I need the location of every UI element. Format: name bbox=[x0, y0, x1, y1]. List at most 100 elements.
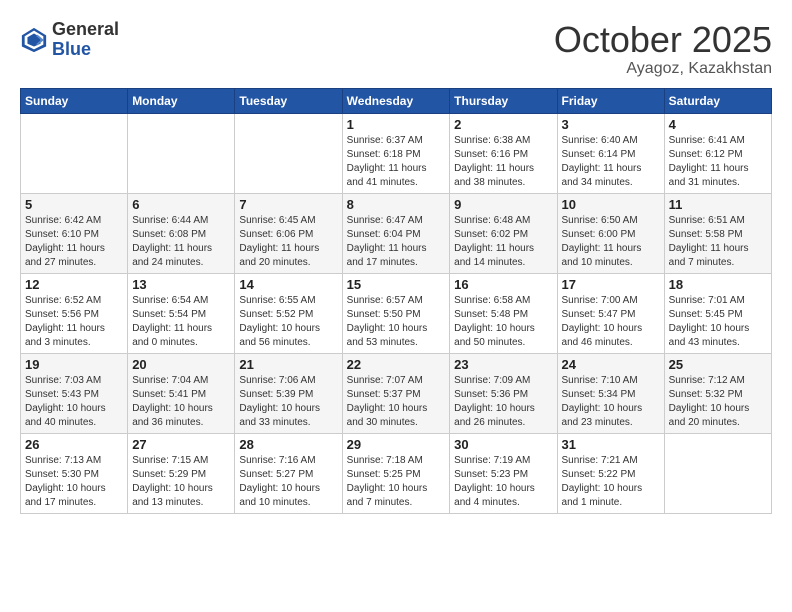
day-info: Sunrise: 6:48 AM Sunset: 6:02 PM Dayligh… bbox=[454, 214, 552, 270]
day-info: Sunrise: 6:50 AM Sunset: 6:00 PM Dayligh… bbox=[562, 214, 660, 270]
calendar-cell bbox=[664, 433, 771, 513]
day-info: Sunrise: 7:09 AM Sunset: 5:36 PM Dayligh… bbox=[454, 374, 552, 430]
calendar-cell: 27 Sunrise: 7:15 AM Sunset: 5:29 PM Dayli… bbox=[128, 433, 235, 513]
header: General Blue October 2025 Ayagoz, Kazakh… bbox=[20, 20, 772, 78]
day-number: 16 bbox=[454, 277, 552, 292]
day-info: Sunrise: 7:18 AM Sunset: 5:25 PM Dayligh… bbox=[347, 454, 446, 510]
day-info: Sunrise: 7:10 AM Sunset: 5:34 PM Dayligh… bbox=[562, 374, 660, 430]
day-header-friday: Friday bbox=[557, 88, 664, 113]
calendar-cell bbox=[235, 113, 342, 193]
day-info: Sunrise: 7:01 AM Sunset: 5:45 PM Dayligh… bbox=[669, 294, 767, 350]
day-info: Sunrise: 6:37 AM Sunset: 6:18 PM Dayligh… bbox=[347, 134, 446, 190]
day-number: 14 bbox=[239, 277, 337, 292]
day-number: 12 bbox=[25, 277, 123, 292]
day-number: 19 bbox=[25, 357, 123, 372]
calendar-cell: 2Sunrise: 6:38 AM Sunset: 6:16 PM Daylig… bbox=[450, 113, 557, 193]
day-number: 4 bbox=[669, 117, 767, 132]
calendar-cell: 7 Sunrise: 6:45 AM Sunset: 6:06 PM Daylig… bbox=[235, 193, 342, 273]
calendar-week-1: 5Sunrise: 6:42 AM Sunset: 6:10 PM Daylig… bbox=[21, 193, 772, 273]
calendar-cell: 13 Sunrise: 6:54 AM Sunset: 5:54 PM Dayli… bbox=[128, 273, 235, 353]
calendar-cell: 26 Sunrise: 7:13 AM Sunset: 5:30 PM Dayli… bbox=[21, 433, 128, 513]
calendar-cell bbox=[128, 113, 235, 193]
calendar-cell: 1 Sunrise: 6:37 AM Sunset: 6:18 PM Daylig… bbox=[342, 113, 450, 193]
title-block: October 2025 Ayagoz, Kazakhstan bbox=[554, 20, 772, 78]
day-info: Sunrise: 7:13 AM Sunset: 5:30 PM Dayligh… bbox=[25, 454, 123, 510]
calendar-cell: 15 Sunrise: 6:57 AM Sunset: 5:50 PM Dayli… bbox=[342, 273, 450, 353]
day-number: 1 bbox=[347, 117, 446, 132]
day-info: Sunrise: 6:57 AM Sunset: 5:50 PM Dayligh… bbox=[347, 294, 446, 350]
calendar-cell: 8Sunrise: 6:47 AM Sunset: 6:04 PM Daylig… bbox=[342, 193, 450, 273]
day-number: 9 bbox=[454, 197, 552, 212]
day-info: Sunrise: 7:21 AM Sunset: 5:22 PM Dayligh… bbox=[562, 454, 660, 510]
day-number: 10 bbox=[562, 197, 660, 212]
day-info: Sunrise: 6:41 AM Sunset: 6:12 PM Dayligh… bbox=[669, 134, 767, 190]
calendar-week-4: 26 Sunrise: 7:13 AM Sunset: 5:30 PM Dayli… bbox=[21, 433, 772, 513]
day-number: 21 bbox=[239, 357, 337, 372]
day-info: Sunrise: 6:52 AM Sunset: 5:56 PM Dayligh… bbox=[25, 294, 123, 350]
day-info: Sunrise: 7:12 AM Sunset: 5:32 PM Dayligh… bbox=[669, 374, 767, 430]
day-info: Sunrise: 7:07 AM Sunset: 5:37 PM Dayligh… bbox=[347, 374, 446, 430]
calendar-cell: 5Sunrise: 6:42 AM Sunset: 6:10 PM Daylig… bbox=[21, 193, 128, 273]
calendar-week-0: 1 Sunrise: 6:37 AM Sunset: 6:18 PM Daylig… bbox=[21, 113, 772, 193]
logo: General Blue bbox=[20, 20, 119, 60]
day-number: 25 bbox=[669, 357, 767, 372]
calendar-cell: 12 Sunrise: 6:52 AM Sunset: 5:56 PM Dayli… bbox=[21, 273, 128, 353]
day-number: 28 bbox=[239, 437, 337, 452]
calendar-cell: 9 Sunrise: 6:48 AM Sunset: 6:02 PM Daylig… bbox=[450, 193, 557, 273]
day-number: 7 bbox=[239, 197, 337, 212]
calendar-cell: 14Sunrise: 6:55 AM Sunset: 5:52 PM Dayli… bbox=[235, 273, 342, 353]
day-number: 13 bbox=[132, 277, 230, 292]
day-number: 3 bbox=[562, 117, 660, 132]
day-header-tuesday: Tuesday bbox=[235, 88, 342, 113]
day-header-monday: Monday bbox=[128, 88, 235, 113]
calendar-cell: 24 Sunrise: 7:10 AM Sunset: 5:34 PM Dayli… bbox=[557, 353, 664, 433]
logo-blue: Blue bbox=[52, 40, 119, 60]
location-subtitle: Ayagoz, Kazakhstan bbox=[554, 60, 772, 78]
calendar-cell: 10 Sunrise: 6:50 AM Sunset: 6:00 PM Dayli… bbox=[557, 193, 664, 273]
calendar-cell: 6 Sunrise: 6:44 AM Sunset: 6:08 PM Daylig… bbox=[128, 193, 235, 273]
calendar-cell: 30Sunrise: 7:19 AM Sunset: 5:23 PM Dayli… bbox=[450, 433, 557, 513]
day-info: Sunrise: 7:03 AM Sunset: 5:43 PM Dayligh… bbox=[25, 374, 123, 430]
day-info: Sunrise: 6:44 AM Sunset: 6:08 PM Dayligh… bbox=[132, 214, 230, 270]
day-number: 30 bbox=[454, 437, 552, 452]
calendar-cell: 25 Sunrise: 7:12 AM Sunset: 5:32 PM Dayli… bbox=[664, 353, 771, 433]
calendar-cell: 31 Sunrise: 7:21 AM Sunset: 5:22 PM Dayli… bbox=[557, 433, 664, 513]
day-info: Sunrise: 6:40 AM Sunset: 6:14 PM Dayligh… bbox=[562, 134, 660, 190]
calendar-cell: 3 Sunrise: 6:40 AM Sunset: 6:14 PM Daylig… bbox=[557, 113, 664, 193]
day-info: Sunrise: 6:47 AM Sunset: 6:04 PM Dayligh… bbox=[347, 214, 446, 270]
calendar-cell: 4 Sunrise: 6:41 AM Sunset: 6:12 PM Daylig… bbox=[664, 113, 771, 193]
calendar-cell: 17Sunrise: 7:00 AM Sunset: 5:47 PM Dayli… bbox=[557, 273, 664, 353]
calendar-cell: 29 Sunrise: 7:18 AM Sunset: 5:25 PM Dayli… bbox=[342, 433, 450, 513]
day-info: Sunrise: 6:38 AM Sunset: 6:16 PM Dayligh… bbox=[454, 134, 552, 190]
day-number: 20 bbox=[132, 357, 230, 372]
day-header-wednesday: Wednesday bbox=[342, 88, 450, 113]
day-number: 31 bbox=[562, 437, 660, 452]
day-info: Sunrise: 6:54 AM Sunset: 5:54 PM Dayligh… bbox=[132, 294, 230, 350]
day-header-saturday: Saturday bbox=[664, 88, 771, 113]
day-header-sunday: Sunday bbox=[21, 88, 128, 113]
day-number: 29 bbox=[347, 437, 446, 452]
calendar-week-2: 12 Sunrise: 6:52 AM Sunset: 5:56 PM Dayli… bbox=[21, 273, 772, 353]
calendar-header-row: SundayMondayTuesdayWednesdayThursdayFrid… bbox=[21, 88, 772, 113]
calendar-cell: 18Sunrise: 7:01 AM Sunset: 5:45 PM Dayli… bbox=[664, 273, 771, 353]
day-header-thursday: Thursday bbox=[450, 88, 557, 113]
logo-text: General Blue bbox=[52, 20, 119, 60]
day-info: Sunrise: 6:51 AM Sunset: 5:58 PM Dayligh… bbox=[669, 214, 767, 270]
day-number: 27 bbox=[132, 437, 230, 452]
day-number: 24 bbox=[562, 357, 660, 372]
day-number: 11 bbox=[669, 197, 767, 212]
day-number: 6 bbox=[132, 197, 230, 212]
calendar-cell: 22Sunrise: 7:07 AM Sunset: 5:37 PM Dayli… bbox=[342, 353, 450, 433]
calendar-cell: 21 Sunrise: 7:06 AM Sunset: 5:39 PM Dayli… bbox=[235, 353, 342, 433]
calendar-cell bbox=[21, 113, 128, 193]
day-number: 26 bbox=[25, 437, 123, 452]
calendar-cell: 20Sunrise: 7:04 AM Sunset: 5:41 PM Dayli… bbox=[128, 353, 235, 433]
day-info: Sunrise: 7:15 AM Sunset: 5:29 PM Dayligh… bbox=[132, 454, 230, 510]
calendar-week-3: 19 Sunrise: 7:03 AM Sunset: 5:43 PM Dayli… bbox=[21, 353, 772, 433]
day-info: Sunrise: 6:45 AM Sunset: 6:06 PM Dayligh… bbox=[239, 214, 337, 270]
calendar: SundayMondayTuesdayWednesdayThursdayFrid… bbox=[20, 88, 772, 514]
day-info: Sunrise: 7:06 AM Sunset: 5:39 PM Dayligh… bbox=[239, 374, 337, 430]
page-container: General Blue October 2025 Ayagoz, Kazakh… bbox=[0, 0, 792, 524]
day-number: 15 bbox=[347, 277, 446, 292]
logo-icon bbox=[20, 26, 48, 54]
